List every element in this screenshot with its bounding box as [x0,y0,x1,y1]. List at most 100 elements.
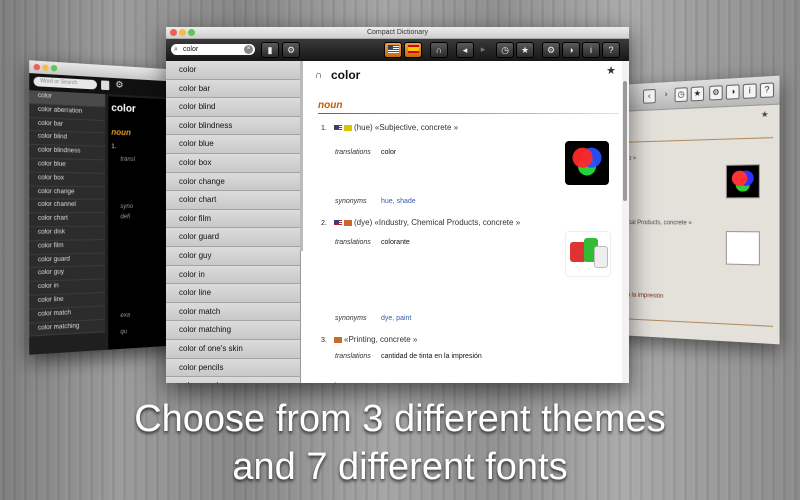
side-label: transl [120,156,136,164]
list-item[interactable]: color change [29,186,106,201]
list-item[interactable]: color chart [166,191,300,210]
side-label: syno [120,203,134,211]
magnifier-icon: ⌕ [174,46,178,53]
synonyms-label: synonyms [335,198,367,205]
list-item[interactable]: color change [166,172,300,192]
color-circles-image [565,141,609,185]
headphones-icon[interactable]: ∩ [430,42,448,58]
list-item[interactable]: color matching [166,321,300,340]
translations-value: colorante [381,239,410,246]
list-item[interactable]: color chart [29,213,106,228]
caption-line-2: and 7 different fonts [232,446,568,488]
pos-noun: noun [111,127,131,138]
sense-number: 2. [321,220,327,227]
detail-scrollbar[interactable] [622,61,629,383]
list-item[interactable]: color [166,61,300,80]
sense-line: «Printing, concrete » [334,335,417,344]
list-item[interactable]: color in [166,265,300,285]
list-item[interactable]: color bar [166,79,300,99]
help-icon[interactable]: ? [759,82,775,99]
category-icon [344,219,352,226]
toolbar: ⌕ color × ▮ ⚙ ∩ ◂ ▸ ◷ ★ ⚙ ◑ i ? [166,39,629,62]
search-input[interactable]: Word or Search [33,76,97,90]
gear-icon[interactable]: ⚙ [115,79,123,91]
light-theme-window: ‹ › ◷ ★ ⚙ ◑ i ? ★ cto » nical Products, … [618,75,780,345]
list-item[interactable]: color matching [29,319,106,337]
divider [618,318,773,327]
paint-cans-image [565,231,611,277]
sense-text: nical Products, concrete » [623,220,692,227]
gear-icon[interactable]: ⚙ [542,42,560,58]
list-item[interactable]: color box [29,172,106,187]
translations-label: translations [335,353,371,360]
list-item[interactable]: color blind [166,98,300,117]
list-item[interactable]: color match [166,302,300,322]
minimize-button[interactable] [42,64,49,72]
es-flag-icon[interactable] [404,42,422,58]
translations-value: cantidad de tinta en la impresión [381,353,482,360]
main-window: Compact Dictionary ⌕ color × ▮ ⚙ ∩ ◂ ▸ ◷… [166,27,629,383]
list-item[interactable]: color guard [166,228,300,247]
scrollbar-knob[interactable] [623,81,627,201]
translations-label: translations [335,239,371,246]
headword: color [331,68,361,82]
titlebar: Compact Dictionary [166,27,629,39]
clock-icon[interactable]: ◷ [674,87,688,103]
bookmark-icon[interactable]: ▮ [261,42,279,58]
sense-number: 1. [321,125,327,132]
color-wheel-icon[interactable]: ◑ [562,42,580,58]
color-wheel-icon[interactable]: ◑ [725,84,740,100]
list-item[interactable]: color blue [29,158,106,174]
info-icon[interactable]: i [742,83,757,99]
translation-text: en la impresión [623,292,664,300]
sense-line: (hue) «Subjective, concrete » [334,123,458,132]
pos-noun: noun [318,100,343,111]
clock-icon[interactable]: ◷ [496,42,514,58]
list-item[interactable]: color film [166,209,300,229]
category-icon [334,336,342,343]
chevron-right-icon[interactable]: › [661,88,672,101]
search-value: color [183,46,199,53]
star-icon[interactable]: ★ [690,86,705,102]
entry-detail: ∩ color ★ noun 1. (hue) «Subjective, con… [303,61,629,383]
headword: color [111,102,136,116]
help-icon[interactable]: ? [602,42,620,58]
headphones-icon[interactable]: ∩ [315,70,322,81]
list-item[interactable]: color people [166,377,300,383]
us-flag-icon [334,124,342,131]
synonyms-value[interactable]: dye, paint [381,315,411,322]
list-item[interactable]: color of one's skin [166,339,300,359]
chevron-right-icon[interactable]: ▸ [474,42,492,58]
star-icon[interactable]: ★ [606,64,616,77]
list-item[interactable]: color blindness [166,116,300,136]
zoom-button[interactable] [50,64,58,72]
side-label: defi [120,214,131,221]
list-item[interactable]: color disk [29,226,106,241]
light-entry-detail: ★ cto » nical Products, concrete » en la… [618,104,780,345]
list-item[interactable]: color line [166,284,300,303]
dark-theme-window: Word or Search ⚙ color color aberration co… [29,60,183,355]
list-item[interactable]: color blue [166,135,300,154]
star-icon[interactable]: ★ [516,42,534,58]
search-input[interactable]: ⌕ color × [171,44,255,55]
chevron-left-icon[interactable]: ‹ [643,88,656,104]
divider [618,137,773,143]
side-label: qu [120,329,128,336]
list-item[interactable]: color box [166,153,300,173]
star-icon[interactable]: ★ [761,109,769,119]
sense-number: 3. [321,337,327,344]
list-item[interactable]: color pencils [166,358,300,378]
us-flag-icon[interactable] [384,42,402,58]
synonyms-value[interactable]: hue, shade [381,198,416,205]
list-item[interactable]: color channel [29,199,106,214]
clear-icon[interactable]: × [244,45,253,54]
close-button[interactable] [33,63,41,71]
list-item[interactable]: color guy [166,246,300,266]
us-flag-icon [334,219,342,226]
word-list: color color bar color blind color blindness… [166,61,301,383]
gear-icon[interactable]: ⚙ [709,85,723,101]
gear-icon[interactable]: ⚙ [282,42,300,58]
chevron-left-icon[interactable]: ◂ [456,42,474,58]
bookmark-icon[interactable] [101,80,110,91]
info-icon[interactable]: i [582,42,600,58]
